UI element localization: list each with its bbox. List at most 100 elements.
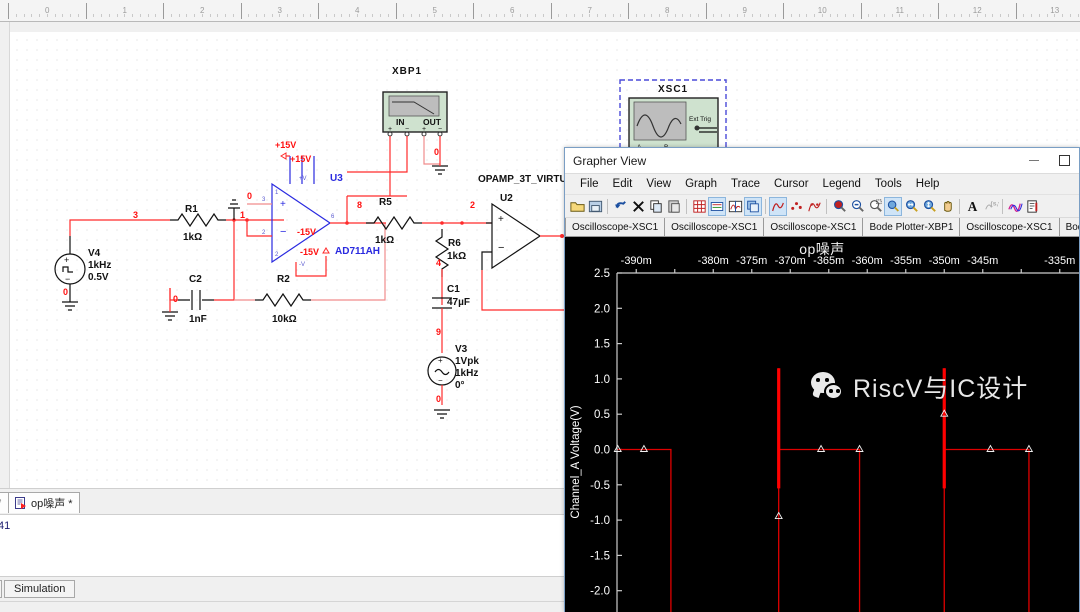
svg-text:−: − xyxy=(65,274,70,284)
ruler-tick xyxy=(923,14,924,17)
ruler-tick xyxy=(1078,14,1079,17)
y-tick-label: 2.5 xyxy=(594,268,610,280)
zoom-y-icon[interactable] xyxy=(920,197,938,216)
ruler-tick xyxy=(977,14,978,17)
ruler-tick xyxy=(721,14,722,17)
grapher-tab-4[interactable]: Oscilloscope-XSC1 xyxy=(960,218,1059,236)
ruler-tick xyxy=(403,14,404,17)
menu-item-legend[interactable]: Legend xyxy=(816,174,868,195)
ruler-tick xyxy=(427,14,428,17)
grapher-tab-0[interactable]: Oscilloscope-XSC1 xyxy=(565,218,665,236)
zoom-fit-icon[interactable] xyxy=(884,197,902,216)
ruler-tick xyxy=(574,14,575,17)
line-point-icon[interactable] xyxy=(805,197,823,216)
menu-item-tools[interactable]: Tools xyxy=(868,174,909,195)
ruler-tick xyxy=(915,14,916,17)
ruler-tick xyxy=(148,14,149,17)
grapher-tab-1[interactable]: Oscilloscope-XSC1 xyxy=(665,218,764,236)
status-tab-simulation[interactable]: Simulation xyxy=(4,580,75,598)
ruler-tick xyxy=(907,14,908,17)
zoom-out-icon[interactable] xyxy=(848,197,866,216)
menu-item-edit[interactable]: Edit xyxy=(606,174,640,195)
ruler-tick xyxy=(814,14,815,17)
grapher-tab-2[interactable]: Oscilloscope-XSC1 xyxy=(764,218,863,236)
ruler-dot-strip xyxy=(0,22,1080,32)
split-icon[interactable] xyxy=(744,197,762,216)
ruler-tick xyxy=(334,14,335,17)
toolbar-separator xyxy=(686,199,687,214)
minimize-icon[interactable] xyxy=(1019,149,1049,173)
ruler-tick xyxy=(1031,14,1032,17)
ruler-tick xyxy=(884,14,885,17)
svg-text:R5: R5 xyxy=(379,197,392,208)
svg-text:1: 1 xyxy=(240,210,245,220)
ruler-tick xyxy=(47,14,48,17)
ruler-tick xyxy=(651,14,652,17)
undo-icon[interactable] xyxy=(611,197,629,216)
grid-icon[interactable] xyxy=(690,197,708,216)
ruler-tick xyxy=(799,14,800,17)
maximize-icon[interactable] xyxy=(1049,149,1079,173)
grapher-view-window[interactable]: Grapher View FileEditViewGraphTraceCurso… xyxy=(564,147,1080,612)
scatter-trace-icon[interactable] xyxy=(787,197,805,216)
ruler-tick xyxy=(1039,14,1040,17)
annotate-icon[interactable]: (s,v) xyxy=(981,197,999,216)
svg-text:0: 0 xyxy=(436,394,441,404)
text-icon[interactable]: A xyxy=(963,197,981,216)
ruler-tick xyxy=(62,14,63,17)
menu-item-graph[interactable]: Graph xyxy=(678,174,724,195)
y-tick-label: -1.0 xyxy=(590,515,610,527)
ruler-tick xyxy=(582,14,583,17)
ruler-tick xyxy=(388,14,389,17)
copy-icon[interactable] xyxy=(647,197,665,216)
open-icon[interactable] xyxy=(568,197,586,216)
pan-icon[interactable] xyxy=(938,197,956,216)
ruler-tick xyxy=(349,14,350,17)
menu-item-cursor[interactable]: Cursor xyxy=(767,174,816,195)
grapher-tab-5[interactable]: Bode Plotter-XBP1 xyxy=(1060,218,1079,236)
grapher-menu-bar[interactable]: FileEditViewGraphTraceCursorLegendToolsH… xyxy=(565,174,1079,195)
menu-item-help[interactable]: Help xyxy=(909,174,947,195)
ruler-tick xyxy=(682,14,683,17)
save-icon[interactable] xyxy=(586,197,604,216)
ruler-tick xyxy=(1008,14,1009,17)
grapher-tab-strip[interactable]: Oscilloscope-XSC1Oscilloscope-XSC1Oscill… xyxy=(565,218,1079,237)
svg-text:V4: V4 xyxy=(88,248,101,259)
zoom-in-icon[interactable] xyxy=(830,197,848,216)
waveform-icon[interactable] xyxy=(1006,197,1024,216)
ruler-tick xyxy=(124,14,125,17)
y-axis-label: Channel_A Voltage(V) xyxy=(570,405,582,518)
grapher-title-bar[interactable]: Grapher View xyxy=(565,148,1079,174)
menu-item-view[interactable]: View xyxy=(639,174,678,195)
svg-text:+: + xyxy=(280,199,286,210)
delete-icon[interactable] xyxy=(629,197,647,216)
ruler-tick xyxy=(558,14,559,17)
y-tick-label: 0.0 xyxy=(594,445,610,457)
export-icon[interactable] xyxy=(1024,197,1042,216)
line-trace-icon[interactable] xyxy=(769,197,787,216)
status-tab-partial[interactable] xyxy=(0,580,2,598)
ruler-tick xyxy=(496,14,497,17)
ruler-tick xyxy=(287,14,288,17)
ruler-tick xyxy=(768,14,769,17)
svg-text:−: − xyxy=(438,376,443,385)
ruler-tick xyxy=(868,14,869,17)
menu-item-trace[interactable]: Trace xyxy=(724,174,767,195)
menu-item-file[interactable]: File xyxy=(573,174,606,195)
svg-text:1kΩ: 1kΩ xyxy=(183,232,202,243)
zoom-x-icon[interactable] xyxy=(902,197,920,216)
ruler-tick xyxy=(512,14,513,17)
cursor-icon[interactable] xyxy=(726,197,744,216)
ruler-tick xyxy=(55,14,56,17)
grapher-toolbar[interactable]: A(s,v) xyxy=(565,195,1079,218)
paste-icon[interactable] xyxy=(665,197,683,216)
ruler-tick xyxy=(830,14,831,17)
document-tab-op-noise[interactable]: op噪声 * xyxy=(8,492,80,513)
ruler-tick xyxy=(70,14,71,17)
ruler-tick xyxy=(326,14,327,17)
plot-area[interactable]: op噪声 -390m-380m-375m-370m-365m-360m-355m… xyxy=(565,237,1079,612)
legend-icon[interactable] xyxy=(708,197,726,216)
zoom-area-icon[interactable] xyxy=(866,197,884,216)
grapher-tab-3[interactable]: Bode Plotter-XBP1 xyxy=(863,218,960,236)
ruler-tick xyxy=(806,14,807,17)
